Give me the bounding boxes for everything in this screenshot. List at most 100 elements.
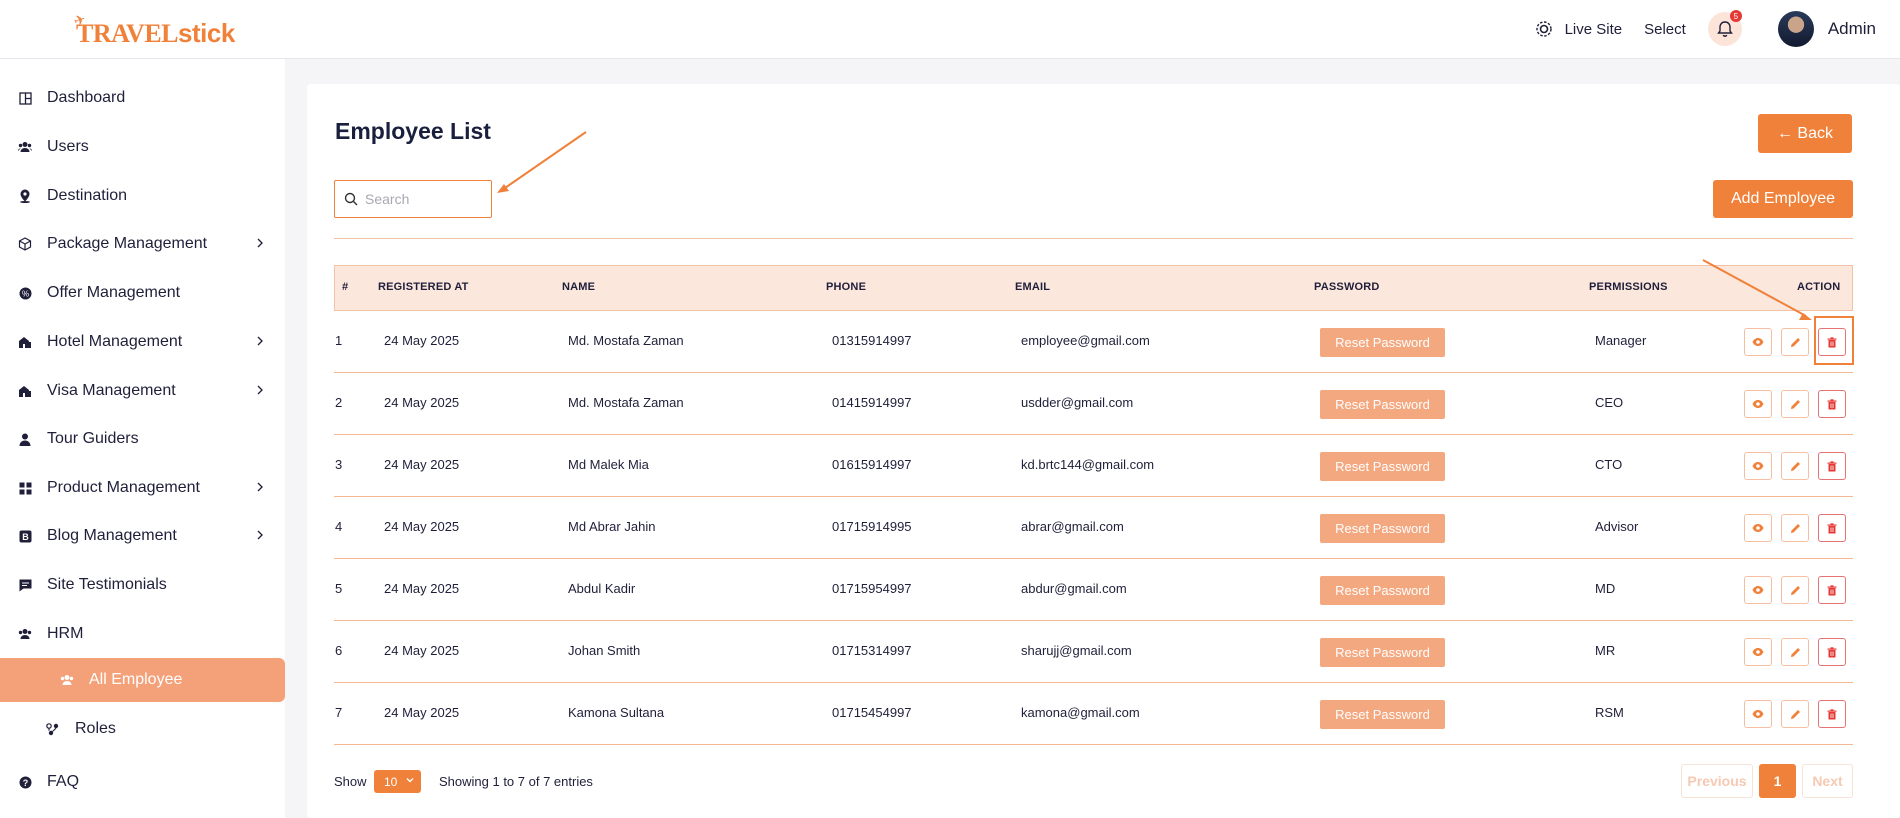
view-button[interactable] [1744,452,1772,480]
reset-password-button[interactable]: Reset Password [1320,638,1445,667]
sidebar-item-visa-management[interactable]: Visa Management [0,371,285,411]
sidebar-item-package-management[interactable]: Package Management [0,224,285,264]
eye-icon [1752,524,1764,532]
delete-button[interactable] [1818,700,1846,728]
brand-logo[interactable]: ✈ TRAVELstick [71,11,235,49]
logo-text-travel: TRAVEL [76,19,179,48]
user-name[interactable]: Admin [1828,19,1876,39]
sidebar-item-label: All Employee [89,671,183,688]
sidebar-item-hrm[interactable]: HRM [0,614,285,654]
eye-icon [1752,648,1764,656]
sidebar-item-blog-management[interactable]: B Blog Management [0,516,285,556]
cell-number: 5 [335,581,343,596]
table-row: 5 24 May 2025 Abdul Kadir 01715954997 abdur@… [334,559,1853,621]
cell-name: Md. Mostafa Zaman [568,395,684,410]
cell-number: 7 [335,705,343,720]
avatar[interactable] [1777,11,1814,47]
reset-password-button[interactable]: Reset Password [1320,452,1445,481]
cell-email: sharujj@gmail.com [1021,643,1132,658]
sidebar-item-product-management[interactable]: Product Management [0,468,285,508]
edit-button[interactable] [1781,576,1809,604]
cell-registered-at: 24 May 2025 [384,705,460,720]
apps-icon [18,481,32,495]
cell-name: Md Malek Mia [568,457,649,472]
trash-icon [1827,460,1837,471]
view-button[interactable] [1744,514,1772,542]
live-site-link[interactable]: Live Site [1533,18,1623,40]
sidebar-item-offer-management[interactable]: % Offer Management [0,273,285,313]
view-button[interactable] [1744,638,1772,666]
cell-name: Johan Smith [568,643,641,658]
view-button[interactable] [1744,576,1772,604]
pencil-icon [1790,337,1800,347]
sidebar-item-label: HRM [47,625,84,642]
edit-button[interactable] [1781,452,1809,480]
cell-registered-at: 24 May 2025 [384,643,460,658]
edit-button[interactable] [1781,328,1809,356]
sidebar-item-label: Tour Guiders [47,430,139,447]
pencil-icon [1790,399,1800,409]
search-input[interactable] [365,191,475,207]
svg-text:?: ? [22,778,28,788]
delete-button[interactable] [1818,638,1846,666]
trash-icon [1827,646,1837,657]
reset-password-button[interactable]: Reset Password [1320,390,1445,419]
edit-button[interactable] [1781,390,1809,418]
notification-button[interactable]: 5 [1707,10,1742,46]
sidebar-item-label: Hotel Management [47,333,183,350]
grid-icon [18,91,32,105]
edit-button[interactable] [1781,514,1809,542]
cell-email: kamona@gmail.com [1021,705,1140,720]
back-button[interactable]: ← Back [1758,114,1852,153]
page-size-value: 10 [384,774,398,789]
edit-button[interactable] [1781,700,1809,728]
blog-icon: B [18,529,32,543]
sidebar-item-all-employee[interactable]: All Employee [0,658,285,702]
live-site-label: Live Site [1564,20,1623,38]
sidebar-item-dashboard[interactable]: Dashboard [0,78,285,118]
chevron-down-icon [406,778,414,783]
delete-button[interactable] [1818,514,1846,542]
eye-icon [1752,338,1764,346]
top-header: ✈ TRAVELstick Live Site Select 5 Admin [0,0,1900,59]
column-header-permissions: PERMISSIONS [1589,281,1668,293]
sidebar-item-destination[interactable]: Destination [0,176,285,216]
edit-button[interactable] [1781,638,1809,666]
box-icon [18,237,32,251]
sidebar-item-roles[interactable]: Roles [0,709,285,749]
reset-password-button[interactable]: Reset Password [1320,700,1445,729]
sidebar-item-label: Destination [47,187,128,204]
question-icon: ? [18,775,32,789]
view-button[interactable] [1744,328,1772,356]
divider [334,238,1853,239]
add-employee-button[interactable]: Add Employee [1713,180,1853,218]
view-button[interactable] [1744,390,1772,418]
pagination-page-1[interactable]: 1 [1759,764,1796,798]
cell-number: 2 [335,395,343,410]
reset-password-button[interactable]: Reset Password [1320,328,1445,357]
page-size-select[interactable]: 10 [374,770,421,793]
show-label: Show [334,774,367,789]
pagination-next[interactable]: Next [1802,764,1853,798]
sidebar-item-label: Visa Management [47,382,176,399]
sidebar-item-users[interactable]: Users [0,127,285,167]
cell-name: Md. Mostafa Zaman [568,333,684,348]
search-field[interactable] [334,180,492,218]
chevron-right-icon [257,385,263,395]
table-row: 4 24 May 2025 Md Abrar Jahin 01715914995 abr… [334,497,1853,559]
pagination-previous[interactable]: Previous [1681,764,1753,798]
delete-button[interactable] [1818,452,1846,480]
sidebar-item-hotel-management[interactable]: Hotel Management [0,322,285,362]
select-dropdown[interactable]: Select [1644,21,1686,38]
sidebar-item-site-testimonials[interactable]: Site Testimonials [0,565,285,605]
reset-password-button[interactable]: Reset Password [1320,576,1445,605]
cell-phone: 01315914997 [832,333,912,348]
view-button[interactable] [1744,700,1772,728]
cell-phone: 01415914997 [832,395,912,410]
sidebar-item-faq[interactable]: ? FAQ [0,762,285,802]
delete-button[interactable] [1818,390,1846,418]
cell-permission: Advisor [1595,519,1639,534]
delete-button[interactable] [1818,576,1846,604]
reset-password-button[interactable]: Reset Password [1320,514,1445,543]
sidebar-item-tour-guiders[interactable]: Tour Guiders [0,419,285,459]
